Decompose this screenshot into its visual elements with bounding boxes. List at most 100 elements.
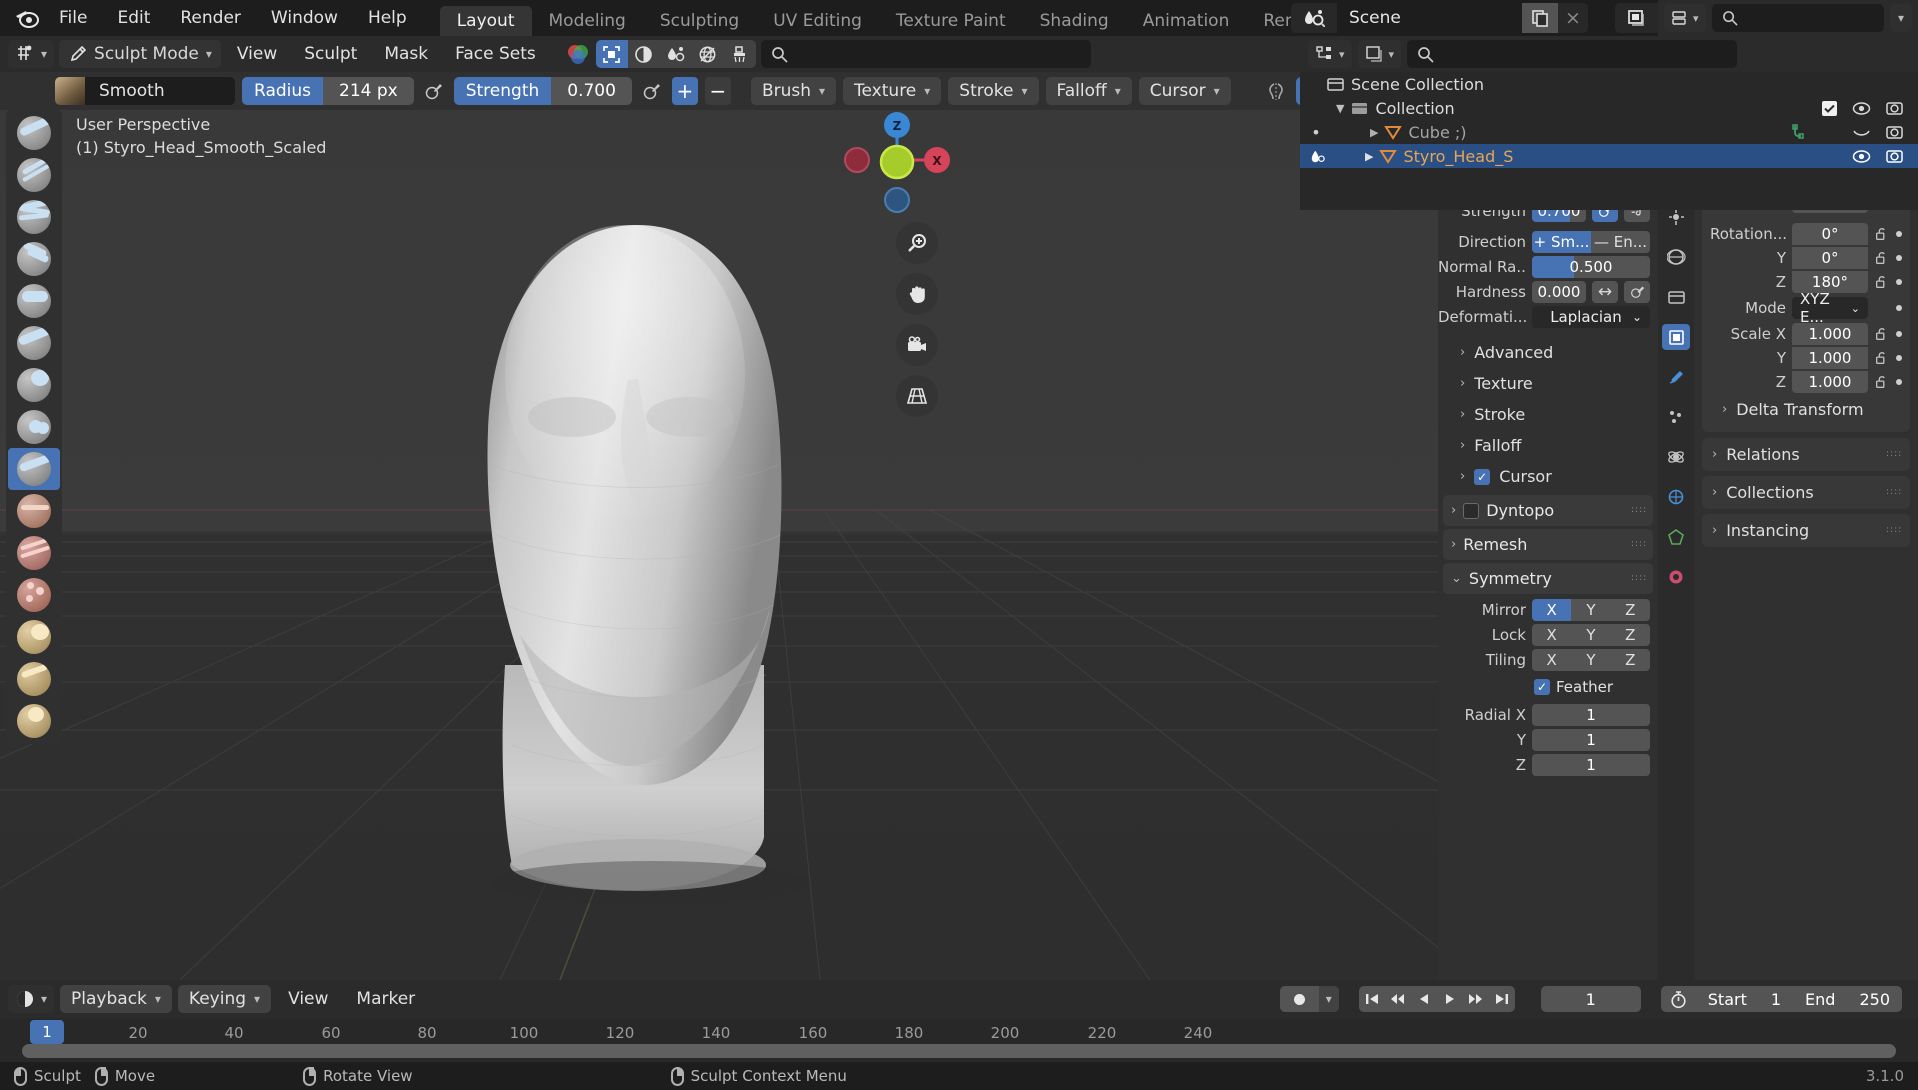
outliner-display-mode-icon[interactable]: ▾ bbox=[1358, 40, 1402, 68]
stroke-dropdown[interactable]: Stroke▾ bbox=[948, 77, 1038, 105]
mode-selector[interactable]: Sculpt Mode ▾ bbox=[59, 40, 221, 68]
animate-dot[interactable] bbox=[1896, 279, 1902, 285]
editor-type-selector[interactable]: ▾ bbox=[8, 40, 54, 68]
play-icon[interactable] bbox=[1437, 986, 1463, 1012]
timeline-editor-type-icon[interactable]: ▾ bbox=[8, 985, 54, 1013]
tab-modeling[interactable]: Modeling bbox=[532, 6, 643, 36]
color-mode-icon[interactable] bbox=[565, 42, 591, 66]
stopwatch-icon[interactable] bbox=[1661, 986, 1696, 1012]
animate-dot[interactable] bbox=[1896, 379, 1902, 385]
animate-dot[interactable] bbox=[1896, 305, 1902, 311]
animate-dot[interactable] bbox=[1896, 355, 1902, 361]
menu-render[interactable]: Render bbox=[165, 0, 256, 36]
pan-hand-icon[interactable] bbox=[896, 273, 938, 315]
strength-pressure-icon[interactable] bbox=[639, 77, 665, 105]
rotation-x-field[interactable]: 0° bbox=[1792, 223, 1868, 245]
panel-relations[interactable]: › Relations :::: bbox=[1702, 438, 1910, 471]
scene-icon[interactable] bbox=[1291, 3, 1337, 33]
tool-scrape[interactable] bbox=[8, 532, 60, 574]
dyntopo-checkbox[interactable] bbox=[1463, 503, 1479, 519]
tab-material-icon[interactable] bbox=[1662, 564, 1690, 590]
outliner-row-cube[interactable]: • ▶ Cube ;) bbox=[1300, 120, 1918, 144]
tool-blob[interactable] bbox=[8, 364, 60, 406]
scale-x-field[interactable]: 1.000 bbox=[1792, 323, 1868, 345]
tab-physics-icon[interactable] bbox=[1662, 444, 1690, 470]
timeline-menu-view[interactable]: View bbox=[277, 985, 339, 1013]
rotation-mode-select[interactable]: XYZ E... ⌄ bbox=[1792, 297, 1868, 319]
end-frame-value[interactable]: 250 bbox=[1847, 986, 1902, 1012]
direction-smooth[interactable]: + Sm... bbox=[1532, 231, 1591, 253]
auto-keying-dropdown[interactable]: ▾ bbox=[1319, 986, 1339, 1012]
scale-z-field[interactable]: 1.000 bbox=[1792, 371, 1868, 393]
expand-triangle-icon[interactable]: ▼ bbox=[1336, 102, 1344, 115]
mirror-x[interactable]: X bbox=[1532, 599, 1571, 621]
tool-clay-strips[interactable] bbox=[8, 238, 60, 280]
mirror-y[interactable]: Y bbox=[1571, 599, 1610, 621]
prev-keyframe-icon[interactable] bbox=[1385, 986, 1411, 1012]
strength-field[interactable]: Strength 0.700 bbox=[454, 77, 632, 105]
properties-search-input[interactable] bbox=[1712, 4, 1884, 32]
playhead[interactable]: 1 bbox=[30, 1020, 64, 1044]
timeline-menu-marker[interactable]: Marker bbox=[345, 985, 426, 1013]
remesh-panel-header[interactable]: › Remesh :::: bbox=[1443, 529, 1653, 560]
rotation-y-field[interactable]: 0° bbox=[1792, 247, 1868, 269]
properties-filter-dropdown[interactable]: ▾ bbox=[1890, 4, 1912, 32]
perspective-ortho-icon[interactable] bbox=[896, 375, 938, 417]
sculpt-mesh[interactable] bbox=[400, 165, 1100, 980]
scene-name[interactable]: Scene bbox=[1337, 3, 1522, 33]
dyntopo-panel-header[interactable]: › Dyntopo :::: bbox=[1443, 495, 1653, 526]
scene-copy-button[interactable] bbox=[1522, 3, 1558, 33]
symmetry-panel-header[interactable]: ⌄ Symmetry :::: bbox=[1443, 563, 1653, 594]
current-frame-field[interactable]: 1 bbox=[1541, 986, 1641, 1012]
tiling-y[interactable]: Y bbox=[1571, 649, 1610, 671]
outliner-editor-type-icon[interactable]: ▾ bbox=[1308, 40, 1352, 68]
subpanel-delta-transform[interactable]: › Delta Transform bbox=[1702, 394, 1910, 425]
tool-grab[interactable] bbox=[8, 616, 60, 658]
menu-face-sets[interactable]: Face Sets bbox=[444, 40, 547, 68]
texture-dropdown[interactable]: Texture▾ bbox=[843, 77, 941, 105]
expand-triangle-icon[interactable]: ▶ bbox=[1365, 150, 1373, 163]
lock-x[interactable]: X bbox=[1532, 624, 1571, 646]
play-reverse-icon[interactable] bbox=[1411, 986, 1437, 1012]
panel-grip-icon[interactable]: :::: bbox=[1886, 490, 1900, 495]
tab-object-icon[interactable] bbox=[1662, 324, 1690, 350]
mask-overlay-icon[interactable] bbox=[596, 40, 628, 68]
radius-pressure-icon[interactable] bbox=[421, 77, 447, 105]
hardness-pressure-icon[interactable] bbox=[1624, 281, 1650, 303]
radius-field[interactable]: Radius 214 px bbox=[242, 77, 414, 105]
subpanel-falloff[interactable]: ›Falloff bbox=[1438, 430, 1658, 461]
panel-grip-icon[interactable]: :::: bbox=[1631, 508, 1645, 513]
animate-dot[interactable] bbox=[1896, 331, 1902, 337]
tiling-z[interactable]: Z bbox=[1611, 649, 1650, 671]
record-icon[interactable] bbox=[1280, 986, 1319, 1012]
panel-grip-icon[interactable]: :::: bbox=[1886, 452, 1900, 457]
radial-y-field[interactable]: 1 bbox=[1532, 729, 1650, 751]
tiling-x[interactable]: X bbox=[1532, 649, 1571, 671]
subpanel-advanced[interactable]: ›Advanced bbox=[1438, 337, 1658, 368]
tab-particles-icon[interactable] bbox=[1662, 404, 1690, 430]
viewlayer-icon[interactable] bbox=[1615, 3, 1661, 33]
tool-draw-sharp[interactable] bbox=[8, 154, 60, 196]
scene-remove-button[interactable]: × bbox=[1558, 3, 1588, 33]
start-frame-value[interactable]: 1 bbox=[1759, 986, 1793, 1012]
panel-grip-icon[interactable]: :::: bbox=[1886, 528, 1900, 533]
tab-world-icon[interactable] bbox=[1662, 244, 1690, 270]
sculpt-overlay-icon[interactable] bbox=[660, 40, 692, 68]
search-input[interactable] bbox=[761, 40, 1091, 68]
jump-end-icon[interactable] bbox=[1489, 986, 1515, 1012]
panel-grip-icon[interactable]: :::: bbox=[1631, 542, 1645, 547]
jump-start-icon[interactable] bbox=[1359, 986, 1385, 1012]
tab-uv-editing[interactable]: UV Editing bbox=[756, 6, 879, 36]
menu-window[interactable]: Window bbox=[256, 0, 353, 36]
keying-dropdown[interactable]: Keying▾ bbox=[178, 985, 271, 1013]
panel-instancing[interactable]: › Instancing :::: bbox=[1702, 514, 1910, 547]
normal-radius-field[interactable]: 0.500 bbox=[1532, 256, 1650, 278]
feather-checkbox[interactable]: ✓ bbox=[1534, 679, 1550, 695]
shading-overlay-icon[interactable] bbox=[628, 40, 660, 68]
strength-value[interactable]: 0.700 bbox=[551, 77, 632, 105]
tool-draw[interactable] bbox=[8, 112, 60, 154]
outliner-search-input[interactable] bbox=[1407, 40, 1737, 68]
menu-mask[interactable]: Mask bbox=[373, 40, 439, 68]
menu-file[interactable]: File bbox=[44, 0, 102, 36]
3d-viewport[interactable]: User Perspective (1) Styro_Head_Smooth_S… bbox=[0, 110, 1438, 980]
